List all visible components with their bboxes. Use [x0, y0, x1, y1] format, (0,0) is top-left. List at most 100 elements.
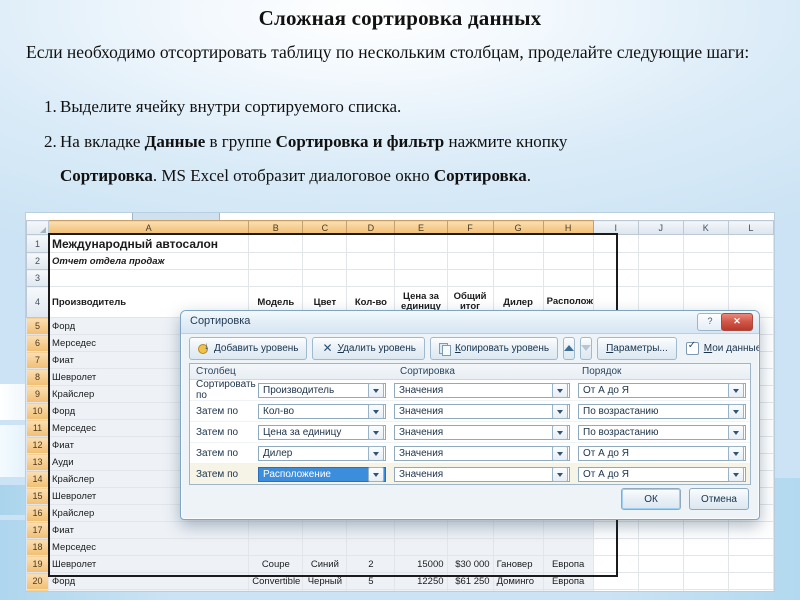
- chevron-down-icon[interactable]: [728, 382, 744, 398]
- cell[interactable]: [637, 234, 684, 253]
- cell[interactable]: [492, 234, 544, 253]
- cell[interactable]: [592, 555, 639, 573]
- cell-qty[interactable]: 2: [346, 589, 396, 591]
- cell[interactable]: [592, 521, 639, 539]
- column-header-j[interactable]: J: [637, 220, 684, 235]
- help-icon[interactable]: ?: [697, 313, 723, 331]
- cell[interactable]: [446, 252, 494, 270]
- dialog-title-bar[interactable]: Сортировка ? ✕: [181, 311, 759, 334]
- cell[interactable]: [727, 234, 774, 253]
- cell-total[interactable]: $26 400: [446, 589, 494, 591]
- cell-price[interactable]: 15000: [394, 555, 448, 573]
- select-all-corner[interactable]: [26, 220, 50, 235]
- cell-dealer[interactable]: [492, 538, 544, 556]
- cell-location[interactable]: Европа: [542, 589, 594, 591]
- cell[interactable]: [592, 538, 639, 556]
- sort-dialog[interactable]: Сортировка ? ✕ Добавить уровень ✕ Удалит…: [180, 310, 760, 520]
- cell-qty[interactable]: [346, 538, 396, 556]
- sort-on-select[interactable]: Значения: [394, 424, 570, 440]
- cell[interactable]: [682, 555, 729, 573]
- cell-manufacturer[interactable]: Мерседес: [48, 538, 250, 556]
- sort-column-select[interactable]: Расположение: [258, 466, 386, 482]
- ok-button[interactable]: ОК: [621, 488, 681, 510]
- cell[interactable]: [727, 538, 774, 556]
- cell[interactable]: [542, 252, 594, 270]
- chevron-down-icon[interactable]: [552, 403, 568, 419]
- chevron-down-icon[interactable]: [368, 403, 384, 419]
- sort-level-row[interactable]: Затем по Расположение Значения От А до Я: [190, 464, 750, 484]
- row-header[interactable]: 18: [26, 538, 50, 556]
- sort-level-row[interactable]: Затем по Кол-во Значения По возрастанию: [190, 401, 750, 422]
- row-header[interactable]: 12: [26, 436, 50, 454]
- cell[interactable]: [727, 521, 774, 539]
- cell[interactable]: [682, 521, 729, 539]
- row-header[interactable]: 17: [26, 521, 50, 539]
- cell[interactable]: [592, 252, 639, 270]
- sort-column-select[interactable]: Кол-во: [258, 403, 386, 419]
- cell[interactable]: [682, 252, 729, 270]
- copy-level-button[interactable]: Копировать уровень: [429, 336, 559, 360]
- row-header[interactable]: 16: [26, 504, 50, 522]
- cell[interactable]: [394, 234, 448, 253]
- cell[interactable]: [637, 521, 684, 539]
- delete-level-button[interactable]: ✕ Удалить уровень: [312, 336, 425, 360]
- cell-price[interactable]: 12250: [394, 572, 448, 590]
- row-header[interactable]: 13: [26, 453, 50, 471]
- cell-dealer[interactable]: Доминго: [492, 572, 544, 590]
- column-header-g[interactable]: G: [492, 220, 544, 235]
- cell[interactable]: [682, 538, 729, 556]
- cell-total[interactable]: $61 250: [446, 572, 494, 590]
- sort-order-select[interactable]: По возрастанию: [578, 424, 746, 440]
- cell[interactable]: [727, 269, 774, 287]
- chevron-down-icon[interactable]: [368, 445, 384, 461]
- cell[interactable]: [492, 252, 544, 270]
- cell[interactable]: [542, 234, 594, 253]
- cell[interactable]: [727, 589, 774, 591]
- sort-column-select[interactable]: Производитель: [258, 382, 386, 398]
- chevron-down-icon[interactable]: [728, 445, 744, 461]
- cell[interactable]: [682, 234, 729, 253]
- cell[interactable]: [637, 252, 684, 270]
- cell[interactable]: [346, 252, 396, 270]
- cell-dealer[interactable]: Гановер: [492, 555, 544, 573]
- cell[interactable]: [682, 269, 729, 287]
- cell[interactable]: [346, 234, 396, 253]
- cell-qty[interactable]: 2: [346, 555, 396, 573]
- add-level-button[interactable]: Добавить уровень: [189, 336, 308, 360]
- column-header-e[interactable]: E: [394, 220, 448, 235]
- cell-location[interactable]: Европа: [542, 555, 594, 573]
- cell-location[interactable]: [542, 538, 594, 556]
- cell[interactable]: [727, 555, 774, 573]
- cell[interactable]: [542, 269, 594, 287]
- row-header[interactable]: 9: [26, 385, 50, 403]
- column-header-i[interactable]: I: [592, 220, 639, 235]
- cell[interactable]: [394, 252, 448, 270]
- cell[interactable]: [727, 252, 774, 270]
- cell[interactable]: [592, 572, 639, 590]
- cell-total[interactable]: [446, 521, 494, 539]
- cell[interactable]: [346, 269, 396, 287]
- cell-color[interactable]: Белый: [302, 589, 348, 591]
- cell-color[interactable]: [302, 521, 348, 539]
- cell[interactable]: [637, 538, 684, 556]
- cell-model[interactable]: [248, 521, 304, 539]
- chevron-down-icon[interactable]: [728, 466, 744, 482]
- chevron-down-icon[interactable]: [368, 466, 384, 482]
- chevron-down-icon[interactable]: [368, 382, 384, 398]
- cancel-button[interactable]: Отмена: [689, 488, 749, 510]
- chevron-down-icon[interactable]: [728, 403, 744, 419]
- sort-order-select[interactable]: От А до Я: [578, 445, 746, 461]
- row-header[interactable]: 7: [26, 351, 50, 369]
- row-header[interactable]: 11: [26, 419, 50, 437]
- cell[interactable]: [446, 269, 494, 287]
- row-header[interactable]: 5: [26, 317, 50, 335]
- row-header[interactable]: 3: [26, 269, 50, 287]
- row-header[interactable]: 15: [26, 487, 50, 505]
- sort-column-select[interactable]: Дилер: [258, 445, 386, 461]
- chevron-down-icon[interactable]: [552, 424, 568, 440]
- column-header-k[interactable]: K: [682, 220, 729, 235]
- cell[interactable]: [682, 572, 729, 590]
- column-header-b[interactable]: B: [248, 220, 304, 235]
- row-header[interactable]: 8: [26, 368, 50, 386]
- chevron-down-icon[interactable]: [552, 466, 568, 482]
